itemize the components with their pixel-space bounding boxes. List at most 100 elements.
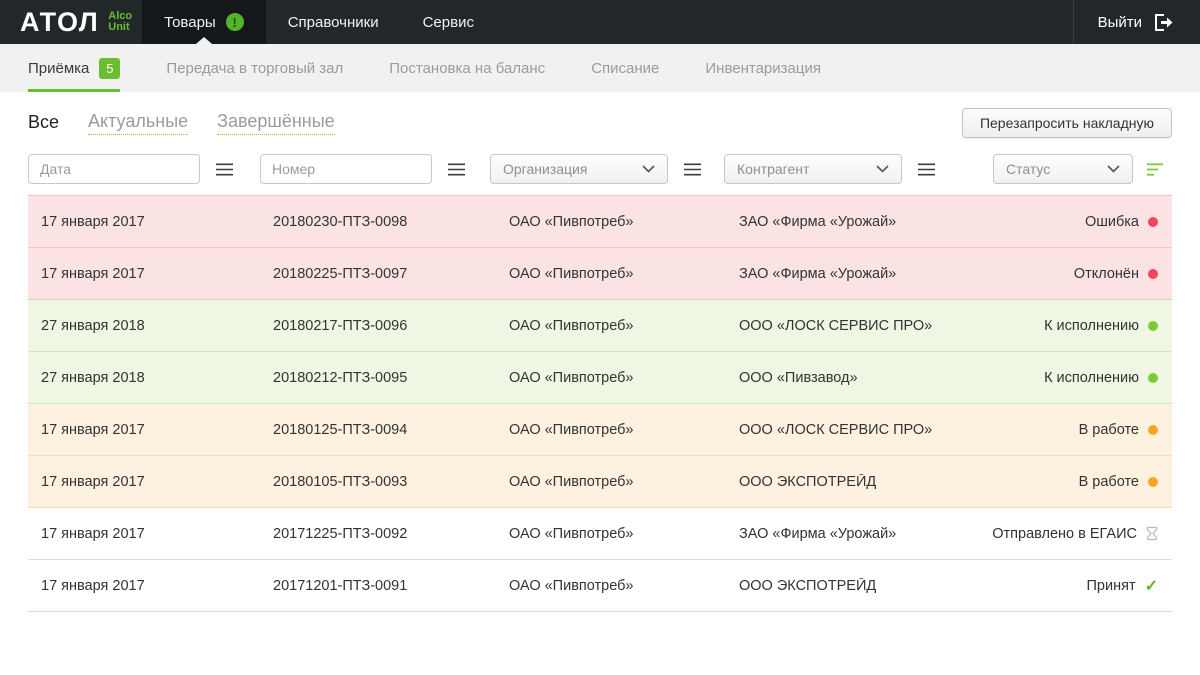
cell-number: 20180105-ПТЗ-0093 — [260, 474, 490, 490]
view-filter-actual[interactable]: Актуальные — [88, 111, 188, 135]
tab-write-off[interactable]: Списание — [591, 44, 659, 92]
cell-counterparty: ЗАО «Фирма «Урожай» — [724, 526, 958, 542]
cell-organization: ОАО «Пивпотреб» — [490, 318, 724, 334]
cell-counterparty: ООО ЭКСПОТРЕЙД — [724, 578, 958, 594]
cell-date: 17 января 2017 — [28, 526, 260, 542]
organization-filter-cell: Организация — [490, 154, 724, 184]
cell-organization: ОАО «Пивпотреб» — [490, 422, 724, 438]
table-row[interactable]: 17 января 2017 20180105-ПТЗ-0093 ОАО «Пи… — [28, 456, 1172, 508]
status-label: Принят — [1087, 578, 1136, 594]
column-filter-row: Организация Контрагент — [28, 154, 1172, 184]
logout-icon — [1154, 13, 1176, 32]
table-row[interactable]: 17 января 2017 20171225-ПТЗ-0092 ОАО «Пи… — [28, 508, 1172, 560]
cell-number: 20180125-ПТЗ-0094 — [260, 422, 490, 438]
cell-date: 27 января 2018 — [28, 318, 260, 334]
cell-status: В работе — [958, 474, 1172, 490]
status-label: К исполнению — [1044, 318, 1139, 334]
view-filter-row: Все Актуальные Завершённые Перезапросить… — [28, 106, 1172, 140]
status-label: Отправлено в ЕГАИС — [992, 526, 1137, 542]
chevron-down-icon — [642, 165, 655, 173]
counterparty-sort-icon[interactable] — [918, 163, 935, 176]
counterparty-filter-cell: Контрагент — [724, 154, 958, 184]
orange-status-dot-icon — [1148, 477, 1158, 487]
cell-status: В работе — [958, 422, 1172, 438]
content-area: Все Актуальные Завершённые Перезапросить… — [0, 92, 1200, 612]
date-filter-input[interactable] — [28, 154, 200, 184]
number-filter-cell — [260, 154, 490, 184]
requery-invoice-button[interactable]: Перезапросить накладную — [962, 108, 1172, 138]
cell-counterparty: ООО «ЛОСК СЕРВИС ПРО» — [724, 422, 958, 438]
cell-date: 27 января 2018 — [28, 370, 260, 386]
number-filter-input[interactable] — [260, 154, 432, 184]
invoice-table: 17 января 2017 20180230-ПТЗ-0098 ОАО «Пи… — [28, 195, 1172, 612]
tab-inventory[interactable]: Инвентаризация — [705, 44, 821, 92]
cell-number: 20171201-ПТЗ-0091 — [260, 578, 490, 594]
table-row[interactable]: 17 января 2017 20180230-ПТЗ-0098 ОАО «Пи… — [28, 196, 1172, 248]
cell-number: 20180225-ПТЗ-0097 — [260, 266, 490, 282]
status-label: Ошибка — [1085, 214, 1139, 230]
status-label: К исполнению — [1044, 370, 1139, 386]
cell-status: К исполнению — [958, 318, 1172, 334]
notification-badge: ! — [226, 13, 244, 31]
cell-number: 20180212-ПТЗ-0095 — [260, 370, 490, 386]
cell-status: Отправлено в ЕГАИС — [958, 526, 1172, 542]
logo-subtitle: Alco Unit — [108, 11, 132, 33]
tab-priemka[interactable]: Приёмка 5 — [28, 44, 120, 92]
check-icon: ✓ — [1145, 576, 1158, 596]
chevron-down-icon — [1107, 165, 1120, 173]
tab-transfer-to-salesroom[interactable]: Передача в торговый зал — [166, 44, 343, 92]
top-navbar: АТОЛ Alco Unit Товары ! Справочники Серв… — [0, 0, 1200, 44]
status-filter-cell: Статус — [958, 154, 1172, 184]
status-sort-active-icon[interactable] — [1147, 163, 1164, 176]
counterparty-select[interactable]: Контрагент — [724, 154, 902, 184]
cell-number: 20180217-ПТЗ-0096 — [260, 318, 490, 334]
view-filter-all[interactable]: Все — [28, 112, 59, 135]
cell-date: 17 января 2017 — [28, 266, 260, 282]
section-tabs: Приёмка 5 Передача в торговый зал Постан… — [0, 44, 1200, 92]
cell-counterparty: ООО ЭКСПОТРЕЙД — [724, 474, 958, 490]
tab-count-badge: 5 — [99, 58, 120, 79]
organization-sort-icon[interactable] — [684, 163, 701, 176]
table-row[interactable]: 17 января 2017 20180225-ПТЗ-0097 ОАО «Пи… — [28, 248, 1172, 300]
chevron-down-icon — [876, 165, 889, 173]
cell-organization: ОАО «Пивпотреб» — [490, 370, 724, 386]
nav-item-service[interactable]: Сервис — [401, 0, 496, 44]
cell-organization: ОАО «Пивпотреб» — [490, 578, 724, 594]
table-row[interactable]: 17 января 2017 20180125-ПТЗ-0094 ОАО «Пи… — [28, 404, 1172, 456]
table-row[interactable]: 27 января 2018 20180217-ПТЗ-0096 ОАО «Пи… — [28, 300, 1172, 352]
organization-select[interactable]: Организация — [490, 154, 668, 184]
atol-logo: АТОЛ Alco Unit — [0, 0, 142, 44]
red-status-dot-icon — [1148, 269, 1158, 279]
cell-number: 20180230-ПТЗ-0098 — [260, 214, 490, 230]
view-filter-completed[interactable]: Завершённые — [217, 111, 335, 135]
orange-status-dot-icon — [1148, 425, 1158, 435]
cell-status: К исполнению — [958, 370, 1172, 386]
cell-counterparty: ООО «ЛОСК СЕРВИС ПРО» — [724, 318, 958, 334]
cell-counterparty: ЗАО «Фирма «Урожай» — [724, 214, 958, 230]
date-filter-cell — [28, 154, 260, 184]
cell-organization: ОАО «Пивпотреб» — [490, 266, 724, 282]
date-sort-icon[interactable] — [216, 163, 233, 176]
cell-date: 17 января 2017 — [28, 214, 260, 230]
cell-number: 20171225-ПТЗ-0092 — [260, 526, 490, 542]
cell-status: Принят ✓ — [958, 576, 1172, 596]
number-sort-icon[interactable] — [448, 163, 465, 176]
cell-status: Ошибка — [958, 214, 1172, 230]
green-status-dot-icon — [1148, 373, 1158, 383]
logo-text: АТОЛ — [20, 9, 99, 36]
cell-organization: ОАО «Пивпотреб» — [490, 526, 724, 542]
logout-button[interactable]: Выйти — [1073, 0, 1200, 44]
nav-item-goods[interactable]: Товары ! — [142, 0, 266, 44]
cell-counterparty: ООО «Пивзавод» — [724, 370, 958, 386]
table-row[interactable]: 27 января 2018 20180212-ПТЗ-0095 ОАО «Пи… — [28, 352, 1172, 404]
cell-date: 17 января 2017 — [28, 422, 260, 438]
red-status-dot-icon — [1148, 217, 1158, 227]
nav-item-directories[interactable]: Справочники — [266, 0, 401, 44]
green-status-dot-icon — [1148, 321, 1158, 331]
cell-date: 17 января 2017 — [28, 474, 260, 490]
status-select[interactable]: Статус — [993, 154, 1133, 184]
status-label: В работе — [1079, 474, 1139, 490]
tab-put-on-balance[interactable]: Постановка на баланс — [389, 44, 545, 92]
cell-organization: ОАО «Пивпотреб» — [490, 214, 724, 230]
table-row[interactable]: 17 января 2017 20171201-ПТЗ-0091 ОАО «Пи… — [28, 560, 1172, 612]
